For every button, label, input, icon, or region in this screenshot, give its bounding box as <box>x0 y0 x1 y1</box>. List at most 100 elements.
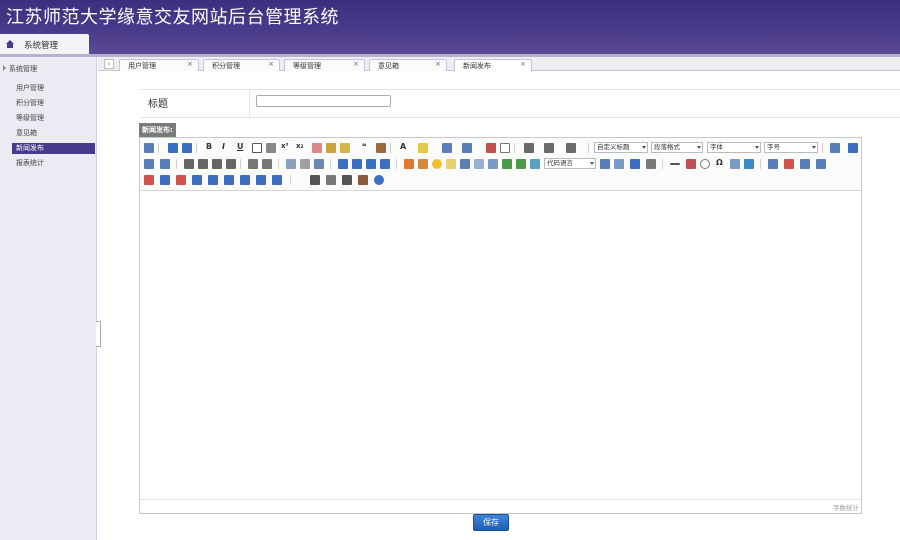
merge-right-icon[interactable] <box>208 175 218 185</box>
indent-icon[interactable] <box>160 159 170 169</box>
redo-icon[interactable] <box>182 143 192 153</box>
tab-points[interactable]: 积分管理 × <box>203 59 280 71</box>
close-icon[interactable]: × <box>187 60 193 68</box>
sidebar-item-levels[interactable]: 等级管理 <box>12 113 95 124</box>
simple-upload-icon[interactable] <box>404 159 414 169</box>
subscript-icon[interactable]: x₂ <box>296 142 304 150</box>
delete-table-icon[interactable] <box>784 159 794 169</box>
tab-feedback[interactable]: 意见箱 × <box>369 59 447 71</box>
split-to-rows-icon[interactable] <box>256 175 266 185</box>
close-icon[interactable]: × <box>353 60 359 68</box>
page-break-icon[interactable] <box>630 159 640 169</box>
binoculars-icon[interactable] <box>342 175 352 185</box>
row-spacing-top-icon[interactable] <box>524 143 534 153</box>
tab-scroll-left-icon[interactable]: ‹ <box>104 59 114 69</box>
close-icon[interactable]: × <box>520 60 526 68</box>
clear-doc-icon[interactable] <box>500 143 510 153</box>
anchor-icon[interactable] <box>314 159 324 169</box>
module-tab-system[interactable]: 系统管理 <box>0 34 89 55</box>
emotion-icon[interactable] <box>432 159 442 169</box>
font-family-select[interactable]: 字体 <box>707 142 761 153</box>
wordimage-icon[interactable] <box>646 159 656 169</box>
direction-ltr-icon[interactable] <box>830 143 840 153</box>
row-spacing-bottom-icon[interactable] <box>544 143 554 153</box>
insert-image-icon[interactable] <box>418 159 428 169</box>
line-height-icon[interactable] <box>566 143 576 153</box>
delete-col-icon[interactable] <box>176 175 186 185</box>
search-replace-icon[interactable] <box>326 175 336 185</box>
scrawl-icon[interactable] <box>446 159 456 169</box>
lowercase-icon[interactable] <box>262 159 272 169</box>
attachment-icon[interactable] <box>488 159 498 169</box>
save-button[interactable]: 保存 <box>473 514 509 531</box>
code-language-select[interactable]: 代码语言 <box>544 158 596 169</box>
preview-icon[interactable] <box>744 159 754 169</box>
sidebar-item-users[interactable]: 用户管理 <box>12 83 95 94</box>
unordered-list-icon[interactable] <box>462 143 472 153</box>
insert-video-icon[interactable] <box>460 159 470 169</box>
music-icon[interactable] <box>474 159 484 169</box>
font-color-icon[interactable]: A <box>400 142 406 151</box>
ordered-list-icon[interactable] <box>442 143 452 153</box>
font-size-select[interactable]: 字号 <box>764 142 818 153</box>
split-to-cells-icon[interactable] <box>240 175 250 185</box>
insert-col-icon[interactable] <box>160 175 170 185</box>
align-center-icon[interactable] <box>198 159 208 169</box>
align-justify-icon[interactable] <box>226 159 236 169</box>
link-icon[interactable] <box>286 159 296 169</box>
direction-rtl-icon[interactable] <box>144 159 154 169</box>
merge-cells-icon[interactable] <box>192 175 202 185</box>
bold-icon[interactable]: B <box>206 142 212 151</box>
align-right-icon[interactable] <box>212 159 222 169</box>
sidebar-item-points[interactable]: 积分管理 <box>12 98 95 109</box>
format-brush-icon[interactable] <box>326 143 336 153</box>
fullscreen-icon[interactable] <box>848 143 858 153</box>
tab-levels[interactable]: 等级管理 × <box>284 59 365 71</box>
strikethrough-icon[interactable] <box>266 143 276 153</box>
insert-paragraph-before-table-icon[interactable] <box>800 159 810 169</box>
sidebar-collapse-handle[interactable] <box>96 321 101 347</box>
font-border-icon[interactable] <box>252 143 262 153</box>
sidebar-item-news[interactable]: 新闻发布 <box>12 143 95 154</box>
image-left-icon[interactable] <box>352 159 362 169</box>
map-icon[interactable] <box>502 159 512 169</box>
undo-icon[interactable] <box>168 143 178 153</box>
split-to-cols-icon[interactable] <box>272 175 282 185</box>
image-none-icon[interactable] <box>338 159 348 169</box>
background-icon[interactable] <box>614 159 624 169</box>
sidebar-item-reports[interactable]: 报表统计 <box>12 158 95 169</box>
time-icon[interactable] <box>700 159 710 169</box>
drafts-icon[interactable] <box>358 175 368 185</box>
snapscreen-icon[interactable] <box>730 159 740 169</box>
superscript-icon[interactable]: x² <box>281 142 289 150</box>
unlink-icon[interactable] <box>300 159 310 169</box>
select-all-icon[interactable] <box>486 143 496 153</box>
insert-row-icon[interactable] <box>816 159 826 169</box>
gmap-icon[interactable] <box>516 159 526 169</box>
image-right-icon[interactable] <box>366 159 376 169</box>
insert-table-icon[interactable] <box>768 159 778 169</box>
title-input[interactable] <box>256 95 391 107</box>
highlight-color-icon[interactable] <box>418 143 428 153</box>
template-icon[interactable] <box>600 159 610 169</box>
help-icon[interactable] <box>374 175 384 185</box>
paste-plain-icon[interactable] <box>376 143 386 153</box>
special-chars-icon[interactable]: Ω <box>716 158 723 167</box>
source-code-icon[interactable] <box>144 143 154 153</box>
sidebar-item-feedback[interactable]: 意见箱 <box>12 128 95 139</box>
align-left-icon[interactable] <box>184 159 194 169</box>
close-icon[interactable]: × <box>435 60 441 68</box>
uppercase-icon[interactable] <box>248 159 258 169</box>
image-center-icon[interactable] <box>380 159 390 169</box>
date-icon[interactable] <box>686 159 696 169</box>
delete-row-icon[interactable] <box>144 175 154 185</box>
sidebar-group-header[interactable]: 系统管理 <box>3 64 37 74</box>
close-icon[interactable]: × <box>268 60 274 68</box>
custom-heading-select[interactable]: 自定义标题 <box>594 142 648 153</box>
underline-icon[interactable]: U <box>237 142 244 151</box>
insert-frame-icon[interactable] <box>530 159 540 169</box>
horizontal-rule-icon[interactable] <box>670 163 680 165</box>
editor-content-area[interactable] <box>140 192 861 499</box>
auto-format-icon[interactable] <box>340 143 350 153</box>
tab-users[interactable]: 用户管理 × <box>119 59 199 71</box>
